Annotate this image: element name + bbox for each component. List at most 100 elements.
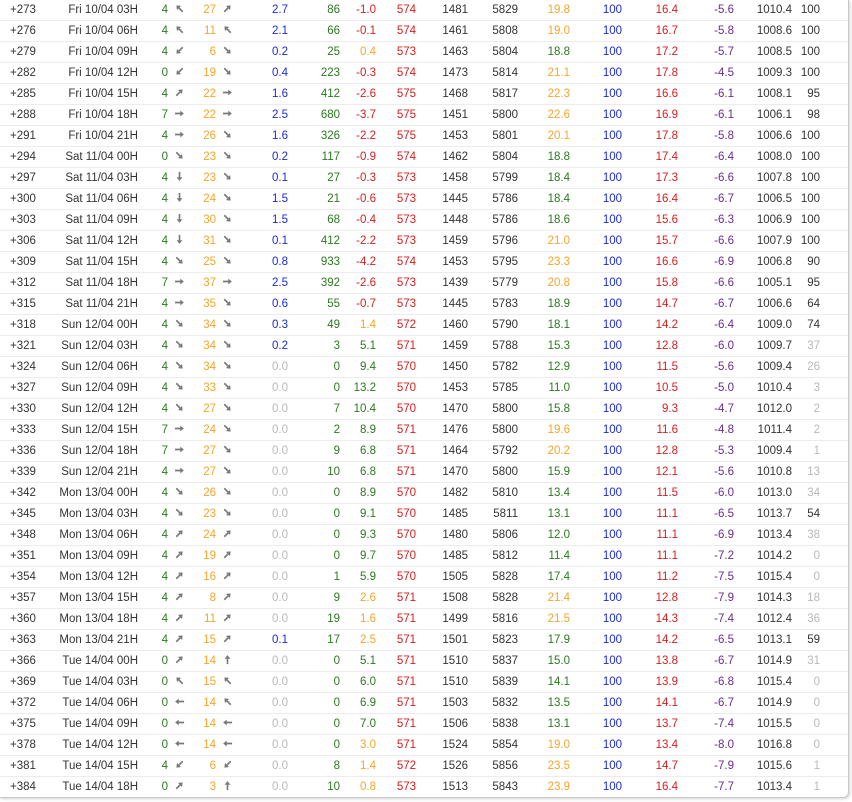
gust-direction-arrow-icon (218, 734, 234, 756)
direction-arrow-icon (174, 108, 185, 119)
table-row[interactable]: +366 Tue 14/04 00H 0 14 0.0 0 5.1 571 1510 5837 15… (0, 650, 848, 672)
wind-speed-value: 7 (161, 424, 168, 436)
li-cell: -2.2 (340, 230, 376, 252)
thickness-cell: 571 (376, 419, 416, 441)
td-cell: -6.6 (678, 272, 734, 294)
pressure-value: 1013.4 (756, 529, 792, 541)
table-row[interactable]: +294 Sat 11/04 00H 0 23 0.2 117 -0.9 574 1462 580… (0, 146, 848, 168)
offset-cell: +306 (0, 230, 38, 252)
gh850-value: 1459 (442, 235, 468, 247)
table-row[interactable]: +348 Mon 13/04 06H 4 24 0.0 0 9.3 570 1480 5806 12… (0, 524, 848, 546)
rh-cell: 100 (570, 566, 622, 588)
table-row[interactable]: +378 Tue 14/04 12H 0 14 0.0 0 3.0 571 1524 5854 19… (0, 734, 848, 756)
table-row[interactable]: +327 Sun 12/04 09H 4 33 0.0 0 13.2 570 1453 5785 1… (0, 377, 848, 399)
table-row[interactable]: +273 Fri 10/04 03H 4 27 2.7 86 -1.0 574 1481 5829… (0, 0, 848, 21)
wind-speed-cell: 0 (138, 734, 170, 756)
table-row[interactable]: +285 Fri 10/04 15H 4 22 1.6 412 -2.6 575 1468 581… (0, 83, 848, 105)
gh500-value: 5799 (492, 172, 518, 184)
table-row[interactable]: +330 Sun 12/04 12H 4 27 0.0 7 10.4 570 1470 5800 1… (0, 398, 848, 420)
li-value: 9.1 (360, 508, 376, 520)
base-cell: 3700 (820, 293, 848, 315)
precip-cell: 0.0 (234, 503, 288, 525)
cloud-cell: 2 (792, 398, 820, 420)
precip-value: 0.0 (272, 613, 288, 625)
table-row[interactable]: +375 Tue 14/04 09H 0 14 0.0 0 7.0 571 1506 5838 13… (0, 713, 848, 735)
td-cell: -6.9 (678, 251, 734, 273)
table-row[interactable]: +276 Fri 10/04 06H 4 11 2.1 66 -0.1 574 1461 5808… (0, 20, 848, 42)
table-row[interactable]: +369 Tue 14/04 03H 0 15 0.0 0 6.0 571 1510 5839 14… (0, 671, 848, 693)
cloud-cell: 26 (792, 356, 820, 378)
wind-direction-arrow-icon (170, 566, 186, 588)
base-cell: 3650 (820, 314, 848, 336)
table-row[interactable]: +318 Sun 12/04 00H 4 34 0.3 49 1.4 572 1460 5790 1… (0, 314, 848, 336)
table-row[interactable]: +309 Sat 11/04 15H 4 25 0.8 933 -4.2 574 1453 579… (0, 251, 848, 273)
gust-value: 19 (203, 550, 216, 562)
table-row[interactable]: +372 Tue 14/04 06H 0 14 0.0 0 6.9 571 1503 5832 13… (0, 692, 848, 714)
table-row[interactable]: +303 Sat 11/04 09H 4 30 1.5 68 -0.4 573 1448 5786… (0, 209, 848, 231)
gh850-cell: 1510 (416, 671, 468, 693)
cape-cell: 412 (288, 83, 340, 105)
pressure-value: 1015.5 (756, 718, 792, 730)
wind-direction-arrow-icon (170, 41, 186, 63)
offset-cell: +381 (0, 755, 38, 777)
datetime-value: Sun 12/04 12H (61, 403, 138, 415)
cloud-cell: 90 (792, 251, 820, 273)
table-row[interactable]: +345 Mon 13/04 03H 4 23 0.0 0 9.1 570 1485 5811 13… (0, 503, 848, 525)
table-row[interactable]: +357 Mon 13/04 15H 4 8 0.0 9 2.6 571 1508 5828 21.… (0, 587, 848, 609)
t850-cell: 20.2 (518, 440, 570, 462)
table-row[interactable]: +306 Sat 11/04 12H 4 31 0.1 412 -2.2 573 1459 579… (0, 230, 848, 252)
table-row[interactable]: +297 Sat 11/04 03H 4 23 0.1 27 -0.3 573 1458 5799… (0, 167, 848, 189)
table-row[interactable]: +354 Mon 13/04 12H 4 16 0.0 1 5.9 570 1505 5828 17… (0, 566, 848, 588)
table-row[interactable]: +336 Sun 12/04 18H 7 27 0.0 9 6.8 571 1464 5792 20… (0, 440, 848, 462)
table-row[interactable]: +321 Sun 12/04 03H 4 34 0.2 3 5.1 571 1459 5788 15… (0, 335, 848, 357)
gh850-cell: 1476 (416, 419, 468, 441)
td-cell: -6.3 (678, 209, 734, 231)
table-row[interactable]: +363 Mon 13/04 21H 4 15 0.1 17 2.5 571 1501 5823 1… (0, 629, 848, 651)
offset-cell: +375 (0, 713, 38, 735)
table-row[interactable]: +360 Mon 13/04 18H 4 11 0.0 19 1.6 571 1499 5816 2… (0, 608, 848, 630)
table-row[interactable]: +291 Fri 10/04 21H 4 26 1.6 326 -2.2 575 1453 580… (0, 125, 848, 147)
thickness-cell: 573 (376, 167, 416, 189)
t850-value: 15.8 (547, 403, 570, 415)
table-row[interactable]: +282 Fri 10/04 12H 0 19 0.4 223 -0.3 574 1473 581… (0, 62, 848, 84)
table-row[interactable]: +351 Mon 13/04 09H 4 19 0.0 0 9.7 570 1485 5812 11… (0, 545, 848, 567)
offset-cell: +315 (0, 293, 38, 315)
table-row[interactable]: +312 Sat 11/04 18H 7 37 2.5 392 -2.6 573 1439 577… (0, 272, 848, 294)
pressure-value: 1015.4 (756, 571, 792, 583)
li-cell: 9.3 (340, 524, 376, 546)
direction-arrow-icon (174, 759, 185, 770)
cloud-value: 37 (807, 340, 820, 352)
table-row[interactable]: +315 Sat 11/04 21H 4 35 0.6 55 -0.7 573 1445 5783… (0, 293, 848, 315)
li-value: -2.2 (356, 130, 376, 142)
rh-cell: 100 (570, 461, 622, 483)
pressure-value: 1010.4 (756, 4, 792, 16)
table-row[interactable]: +288 Fri 10/04 18H 7 22 2.5 680 -3.7 575 1451 580… (0, 104, 848, 126)
rh-cell: 100 (570, 272, 622, 294)
datetime-value: Tue 14/04 03H (62, 676, 138, 688)
datetime-cell: Sun 12/04 06H (38, 356, 138, 378)
base-cell: 4000 (820, 83, 848, 105)
table-row[interactable]: +342 Mon 13/04 00H 4 26 0.0 0 8.9 570 1482 5810 13… (0, 482, 848, 504)
table-row[interactable]: +324 Sun 12/04 06H 4 34 0.0 0 9.4 570 1450 5782 12… (0, 356, 848, 378)
t850-cell: 22.6 (518, 104, 570, 126)
datetime-cell: Sat 11/04 21H (38, 293, 138, 315)
offset-cell: +339 (0, 461, 38, 483)
cape-cell: 86 (288, 0, 340, 21)
table-row[interactable]: +333 Sun 12/04 15H 7 24 0.0 2 8.9 571 1476 5800 19… (0, 419, 848, 441)
gust-direction-arrow-icon (218, 776, 234, 797)
table-row[interactable]: +279 Fri 10/04 09H 4 6 0.2 25 0.4 573 1463 5804 18… (0, 41, 848, 63)
pressure-value: 1014.3 (756, 592, 792, 604)
li-cell: 2.6 (340, 587, 376, 609)
cloud-value: 34 (807, 487, 820, 499)
gh500-value: 5792 (492, 445, 518, 457)
gh500-value: 5801 (492, 130, 518, 142)
wind-speed-cell: 4 (138, 608, 170, 630)
thickness-value: 574 (396, 256, 416, 268)
td-cell: -7.9 (678, 587, 734, 609)
li-value: -3.7 (356, 109, 376, 121)
pressure-value: 1015.4 (756, 676, 792, 688)
table-row[interactable]: +300 Sat 11/04 06H 4 24 1.5 21 -0.6 573 1445 5786… (0, 188, 848, 210)
table-row[interactable]: +384 Tue 14/04 18H 0 3 0.0 10 0.8 573 1513 5843 23… (0, 776, 848, 797)
table-row[interactable]: +339 Sun 12/04 21H 4 27 0.0 10 6.8 571 1470 5800 1… (0, 461, 848, 483)
table-row[interactable]: +381 Tue 14/04 15H 4 6 0.0 8 1.4 572 1526 5856 23.… (0, 755, 848, 777)
